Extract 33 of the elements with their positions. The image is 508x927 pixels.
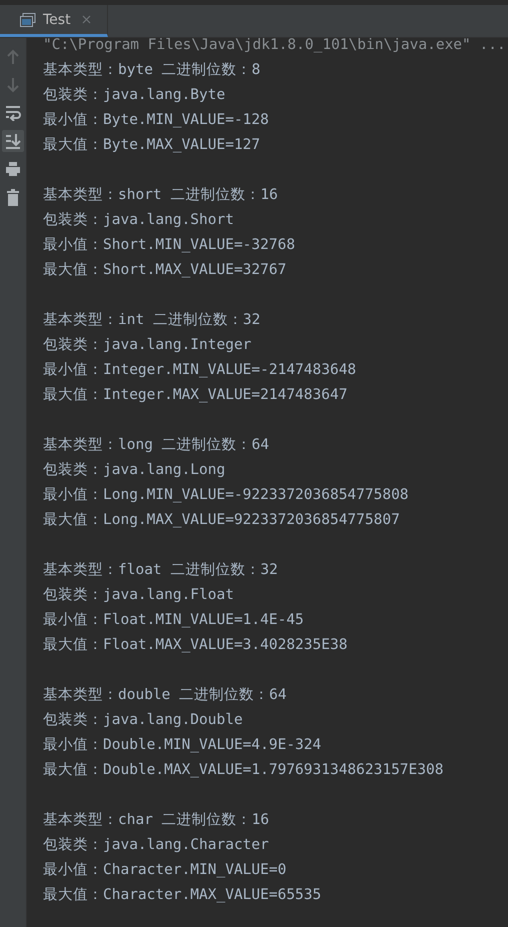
output-line: 最大值：Byte.MAX_VALUE=127 bbox=[43, 136, 262, 155]
output-line: 基本类型：float 二进制位数：32 bbox=[43, 561, 279, 580]
output-line: 基本类型：short 二进制位数：16 bbox=[43, 186, 279, 205]
output-line: 最大值：Float.MAX_VALUE=3.4028235E38 bbox=[43, 636, 348, 655]
output-line: 最大值：Double.MAX_VALUE=1.7976931348623157E308 bbox=[43, 761, 444, 780]
run-tab[interactable]: Test bbox=[0, 5, 108, 37]
output-line: 最小值：Integer.MIN_VALUE=-2147483648 bbox=[43, 361, 358, 380]
output-line: 基本类型：int 二进制位数：32 bbox=[43, 311, 262, 330]
output-line: 最大值：Short.MAX_VALUE=32767 bbox=[43, 261, 288, 280]
output-line: 基本类型：double 二进制位数：64 bbox=[43, 686, 288, 705]
console-icon bbox=[20, 12, 36, 26]
output-line: 最小值：Short.MIN_VALUE=-32768 bbox=[43, 236, 296, 255]
output-line: 基本类型：char 二进制位数：16 bbox=[43, 811, 270, 830]
output-line: 包装类：java.lang.Long bbox=[43, 461, 226, 480]
output-line: 包装类：java.lang.Short bbox=[43, 211, 235, 230]
output-line: 包装类：java.lang.Byte bbox=[43, 86, 226, 105]
output-line: 最小值：Long.MIN_VALUE=-9223372036854775808 bbox=[43, 486, 410, 505]
output-line: 包装类：java.lang.Double bbox=[43, 711, 244, 730]
output-line: 包装类：java.lang.Integer bbox=[43, 336, 252, 355]
output-line: 最大值：Integer.MAX_VALUE=2147483647 bbox=[43, 386, 348, 405]
scroll-to-end-icon[interactable] bbox=[2, 130, 24, 152]
output-line: 基本类型：byte 二进制位数：8 bbox=[43, 61, 262, 80]
output-line: 最小值：Double.MIN_VALUE=4.9E-324 bbox=[43, 736, 322, 755]
command-line: "C:\Program Files\Java\jdk1.8.0_101\bin\java.exe" ... bbox=[43, 38, 506, 55]
output-line: 包装类：java.lang.Character bbox=[43, 836, 270, 855]
output-line: 基本类型：long 二进制位数：64 bbox=[43, 436, 270, 455]
output-line: 最大值：Character.MAX_VALUE=65535 bbox=[43, 886, 322, 905]
output-line: 包装类：java.lang.Float bbox=[43, 586, 235, 605]
output-line: 最小值：Byte.MIN_VALUE=-128 bbox=[43, 111, 270, 130]
close-icon[interactable] bbox=[82, 15, 91, 24]
output-line: 最小值：Float.MIN_VALUE=1.4E-45 bbox=[43, 611, 305, 630]
output-line: 最小值：Character.MIN_VALUE=0 bbox=[43, 861, 288, 880]
output-line: 最大值：Long.MAX_VALUE=9223372036854775807 bbox=[43, 511, 401, 530]
